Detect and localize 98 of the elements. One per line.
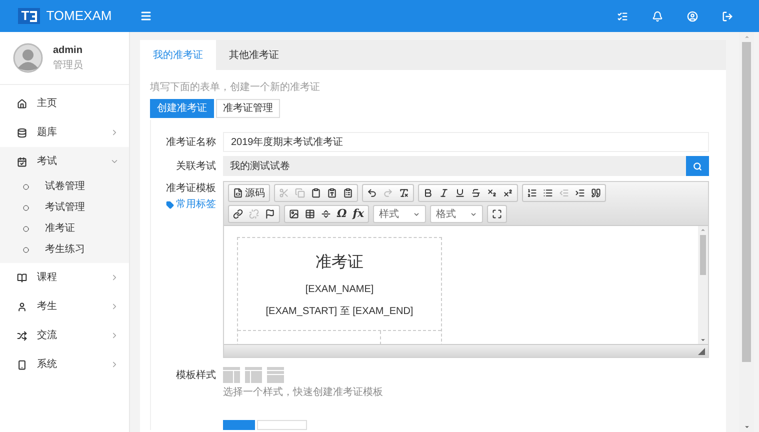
chevron-right-icon bbox=[110, 128, 119, 137]
chevron-down-icon bbox=[110, 157, 119, 166]
sidebar-item[interactable]: 考生 bbox=[0, 292, 129, 321]
tab[interactable]: 我的准考证 bbox=[140, 40, 216, 70]
circle-icon bbox=[23, 204, 29, 210]
sidebar-item[interactable]: 题库 bbox=[0, 118, 129, 147]
document-title: 准考证 bbox=[316, 252, 364, 273]
maximize-icon bbox=[492, 209, 502, 219]
database-icon bbox=[17, 128, 27, 138]
layout-thumbnail-icon[interactable] bbox=[223, 367, 240, 383]
action-button[interactable]: 准考证管理 bbox=[216, 99, 280, 118]
shuffle-icon bbox=[17, 330, 27, 340]
flag-icon bbox=[265, 209, 275, 219]
circle-icon bbox=[23, 184, 29, 190]
user-name: admin bbox=[53, 44, 83, 58]
field-label: 模板样式 bbox=[175, 368, 217, 382]
field-label: 准考证名称 bbox=[165, 136, 217, 150]
bullet-list-icon bbox=[543, 188, 553, 198]
bell-icon[interactable] bbox=[652, 10, 663, 22]
sidebar-subitem[interactable]: 准考证 bbox=[0, 218, 129, 239]
resize-handle-icon[interactable] bbox=[698, 348, 705, 355]
name-field[interactable]: 2019年度期末考试准考证 bbox=[223, 132, 709, 152]
sidebar-subitem[interactable]: 考试管理 bbox=[0, 197, 129, 218]
calendar-icon bbox=[17, 156, 27, 166]
logout-icon[interactable] bbox=[722, 10, 733, 22]
tab[interactable]: 其他准考证 bbox=[216, 40, 292, 70]
layout-thumbnail-icon[interactable] bbox=[245, 367, 262, 383]
paste-text-icon bbox=[327, 188, 337, 198]
search-button[interactable] bbox=[686, 156, 709, 176]
table-icon bbox=[305, 209, 315, 219]
indent-icon bbox=[575, 188, 585, 198]
copy-icon bbox=[295, 188, 305, 198]
editor-scrollbar[interactable] bbox=[698, 226, 708, 344]
form-hint: 填写下面的表单，创建一个新的准考证 bbox=[150, 80, 321, 95]
cut-icon bbox=[279, 188, 289, 198]
link-icon bbox=[233, 209, 243, 219]
chevron-right-icon bbox=[110, 331, 119, 340]
sidebar-subitem[interactable]: 考生练习 bbox=[0, 239, 129, 260]
user-role: 管理员 bbox=[53, 59, 83, 73]
chevron-right-icon bbox=[110, 302, 119, 311]
quote-icon bbox=[591, 188, 601, 198]
field-label: 准考证模板 bbox=[166, 182, 216, 196]
sidebar-item[interactable]: 系统 bbox=[0, 350, 129, 379]
redo-icon bbox=[383, 188, 393, 198]
sidebar-item[interactable]: 交流 bbox=[0, 321, 129, 350]
unlink-icon bbox=[249, 209, 259, 219]
underline-icon bbox=[455, 188, 465, 198]
italic-icon bbox=[439, 188, 449, 198]
account-icon[interactable] bbox=[687, 10, 698, 22]
caret-icon bbox=[470, 210, 478, 218]
superscript-icon bbox=[503, 188, 513, 198]
circle-icon bbox=[23, 246, 29, 252]
remove-format-icon bbox=[399, 188, 409, 198]
circle-icon bbox=[23, 226, 29, 232]
outdent-icon bbox=[559, 188, 569, 198]
chevron-right-icon bbox=[110, 360, 119, 369]
image-icon bbox=[289, 209, 299, 219]
style-dropdown[interactable]: 格式 bbox=[430, 205, 484, 223]
special-char-button[interactable]: Ω bbox=[334, 206, 350, 222]
avatar bbox=[13, 43, 43, 73]
book-icon bbox=[17, 272, 27, 282]
brand-name: TOMEXAM bbox=[46, 7, 112, 26]
numbered-list-icon bbox=[527, 188, 537, 198]
list-icon[interactable] bbox=[617, 10, 628, 22]
source-icon bbox=[233, 188, 243, 198]
logo: T bbox=[18, 8, 40, 24]
sidebar-subitem[interactable]: 试卷管理 bbox=[0, 176, 129, 197]
user-icon bbox=[17, 302, 27, 312]
merge-field: [EXAM_NAME] bbox=[305, 282, 374, 297]
tag-icon bbox=[166, 200, 174, 208]
horizontal-rule-icon bbox=[321, 209, 331, 219]
strikethrough-icon bbox=[471, 188, 481, 198]
sidebar-item[interactable]: 考试 bbox=[0, 147, 129, 176]
menu-icon[interactable] bbox=[140, 10, 152, 22]
field-label: 关联考试 bbox=[175, 160, 217, 174]
sidebar-item[interactable]: 主页 bbox=[0, 89, 129, 118]
bold-icon bbox=[423, 188, 433, 198]
scroll-down-icon[interactable] bbox=[744, 424, 750, 430]
tags-link[interactable]: 常用标签 bbox=[166, 197, 216, 212]
chevron-right-icon bbox=[110, 273, 119, 282]
scroll-down-icon[interactable] bbox=[700, 337, 706, 343]
source-button[interactable]: 源码 bbox=[230, 185, 268, 201]
home-icon bbox=[17, 98, 27, 108]
undo-icon bbox=[367, 188, 377, 198]
style-hint: 选择一个样式，快速创建准考证模板 bbox=[223, 386, 384, 400]
exam-field[interactable]: 我的测试试卷 bbox=[223, 156, 686, 176]
search-icon bbox=[693, 162, 702, 170]
paste-icon bbox=[311, 188, 321, 198]
style-dropdown[interactable]: 样式 bbox=[373, 205, 426, 223]
paste-word-icon bbox=[343, 188, 353, 198]
caret-icon bbox=[413, 210, 420, 218]
action-button[interactable]: 创建准考证 bbox=[150, 99, 214, 118]
sidebar-item[interactable]: 课程 bbox=[0, 263, 129, 292]
merge-field: [EXAM_START] 至 [EXAM_END] bbox=[266, 304, 414, 319]
layout-thumbnail-icon[interactable] bbox=[267, 367, 284, 383]
formula-button[interactable]: fx bbox=[350, 206, 368, 222]
subscript-icon bbox=[487, 188, 497, 198]
phone-icon bbox=[17, 360, 27, 370]
